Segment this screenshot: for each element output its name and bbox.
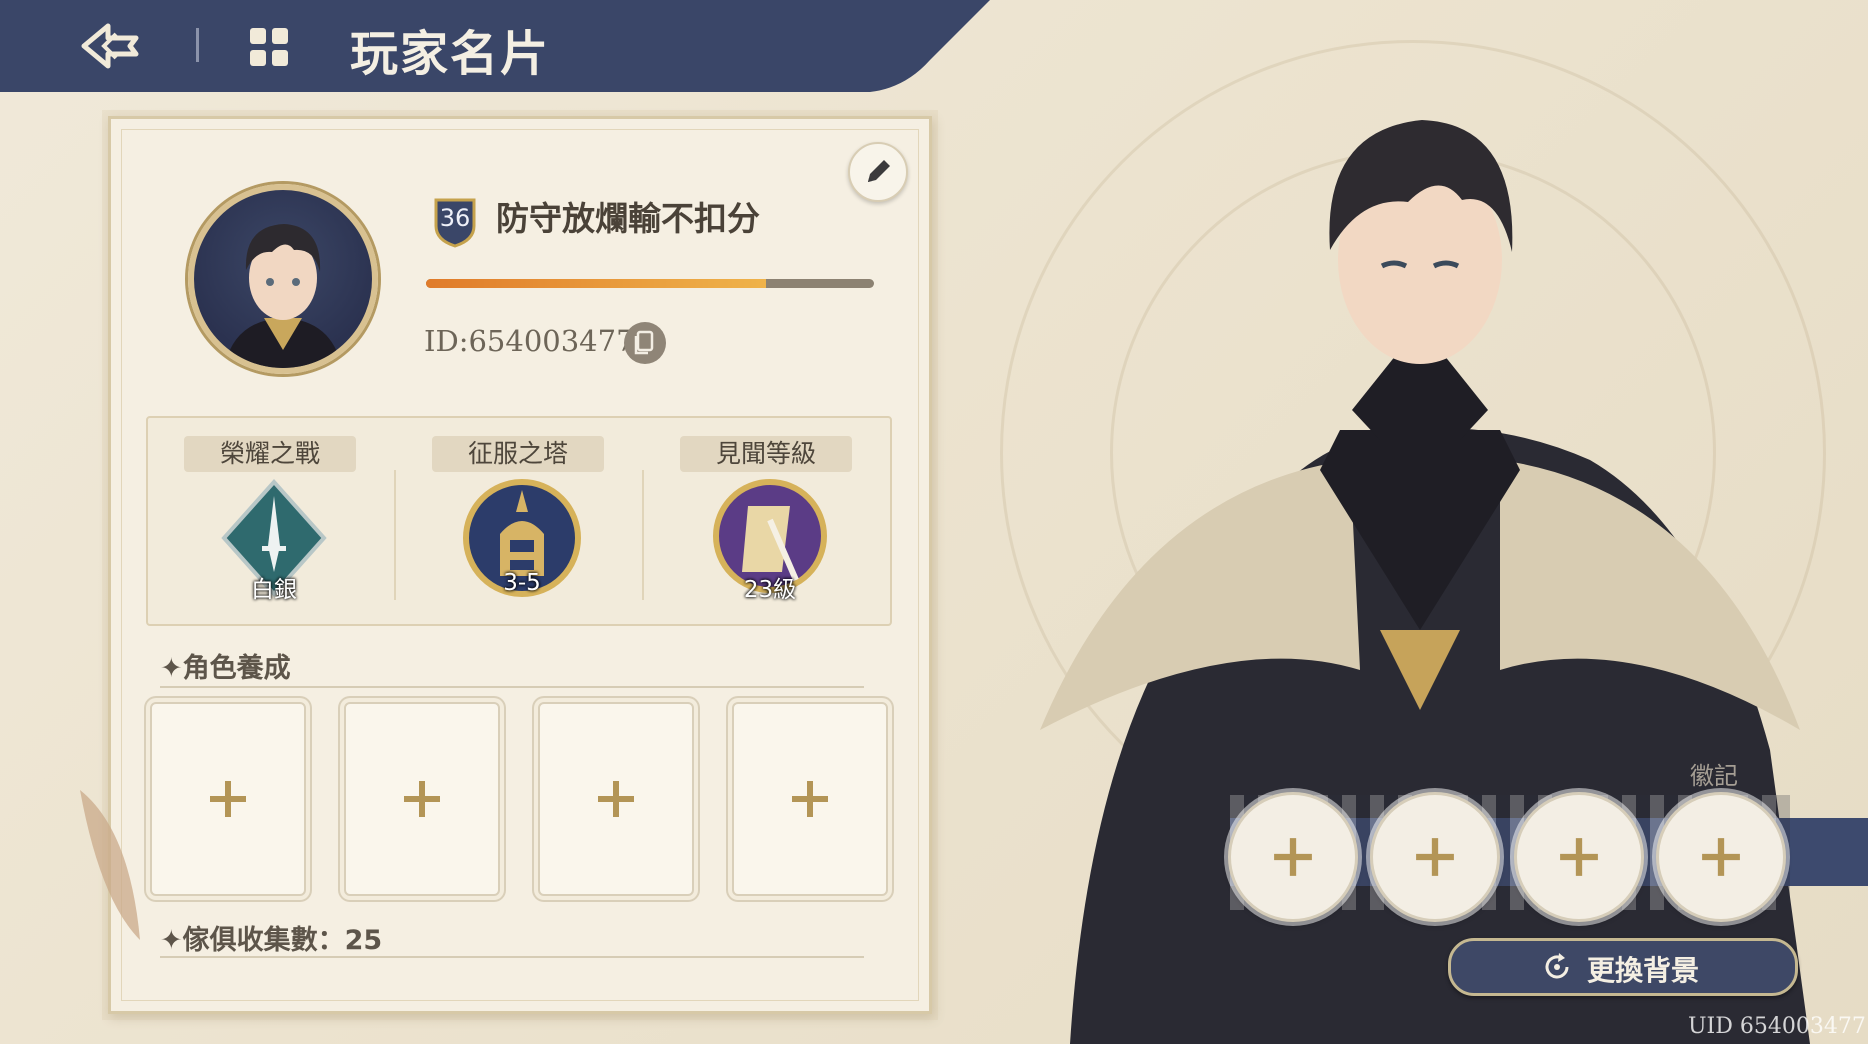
stat-label: 見聞等級	[680, 436, 852, 472]
badge-label: 徽記	[1690, 762, 1738, 790]
section-character-training: ✦角色養成	[160, 646, 291, 685]
page-title: 玩家名片	[350, 26, 551, 82]
stat-knowledge-level: 見聞等級 23級	[644, 418, 890, 624]
stat-value: 白銀	[251, 577, 297, 603]
menu-button[interactable]	[246, 24, 292, 70]
header-separator	[196, 28, 199, 62]
plus-icon	[1416, 838, 1454, 876]
refresh-icon	[1545, 953, 1569, 979]
badge-slot-3[interactable]	[1514, 792, 1644, 922]
player-avatar[interactable]	[188, 184, 378, 374]
header-bar: 玩家名片	[0, 0, 990, 92]
character-slot-3[interactable]	[538, 702, 694, 896]
stat-value: 3-5	[503, 570, 541, 596]
plus-icon	[1702, 838, 1740, 876]
character-slot-2[interactable]	[344, 702, 500, 896]
plus-icon	[1560, 838, 1598, 876]
badge-slot-2[interactable]	[1370, 792, 1500, 922]
badge-slot-4[interactable]	[1656, 792, 1786, 922]
stat-label: 榮耀之戰	[184, 436, 356, 472]
section-divider	[160, 686, 864, 688]
feather-decoration-icon	[80, 790, 140, 940]
stat-glory-battle: 榮耀之戰 白銀	[148, 418, 394, 624]
back-button[interactable]	[74, 16, 146, 76]
character-slot-1[interactable]	[150, 702, 306, 896]
plus-icon	[792, 781, 828, 817]
section-furniture: ✦傢俱收集數：25	[160, 918, 382, 957]
section-title: 角色養成	[182, 653, 291, 684]
stats-panel: 榮耀之戰 白銀 征服之塔 3-5 見聞等級 23級	[146, 416, 892, 626]
furniture-count: 傢俱收集數：25	[182, 925, 383, 956]
grid-menu-icon	[250, 28, 288, 66]
section-divider	[160, 956, 864, 958]
footer-uid: UID 654003477	[1688, 1014, 1866, 1039]
exp-progress-bar	[426, 279, 874, 288]
change-background-button[interactable]: 更換背景	[1448, 938, 1798, 996]
sparkle-icon: ✦	[160, 653, 183, 684]
player-level: 36	[439, 204, 471, 232]
avatar-portrait	[224, 224, 342, 368]
stat-label: 征服之塔	[432, 436, 604, 472]
badge-slot-1[interactable]	[1228, 792, 1358, 922]
plus-icon	[404, 781, 440, 817]
player-name: 防守放爛輸不扣分	[496, 199, 760, 238]
exp-progress-fill	[426, 279, 767, 288]
change-background-label: 更換背景	[1587, 954, 1700, 987]
copy-id-button[interactable]	[624, 322, 666, 364]
stat-conquer-tower: 征服之塔 3-5	[396, 418, 642, 624]
stat-value: 23級	[743, 577, 797, 603]
sparkle-icon: ✦	[160, 925, 183, 956]
copy-icon	[634, 330, 654, 355]
character-slot-4[interactable]	[732, 702, 888, 896]
back-arrow-icon	[81, 23, 139, 69]
edit-profile-button[interactable]	[848, 142, 908, 202]
plus-icon	[210, 781, 246, 817]
player-id: ID:654003477	[424, 324, 635, 358]
pencil-icon	[868, 160, 890, 182]
plus-icon	[1274, 838, 1312, 876]
plus-icon	[598, 781, 634, 817]
